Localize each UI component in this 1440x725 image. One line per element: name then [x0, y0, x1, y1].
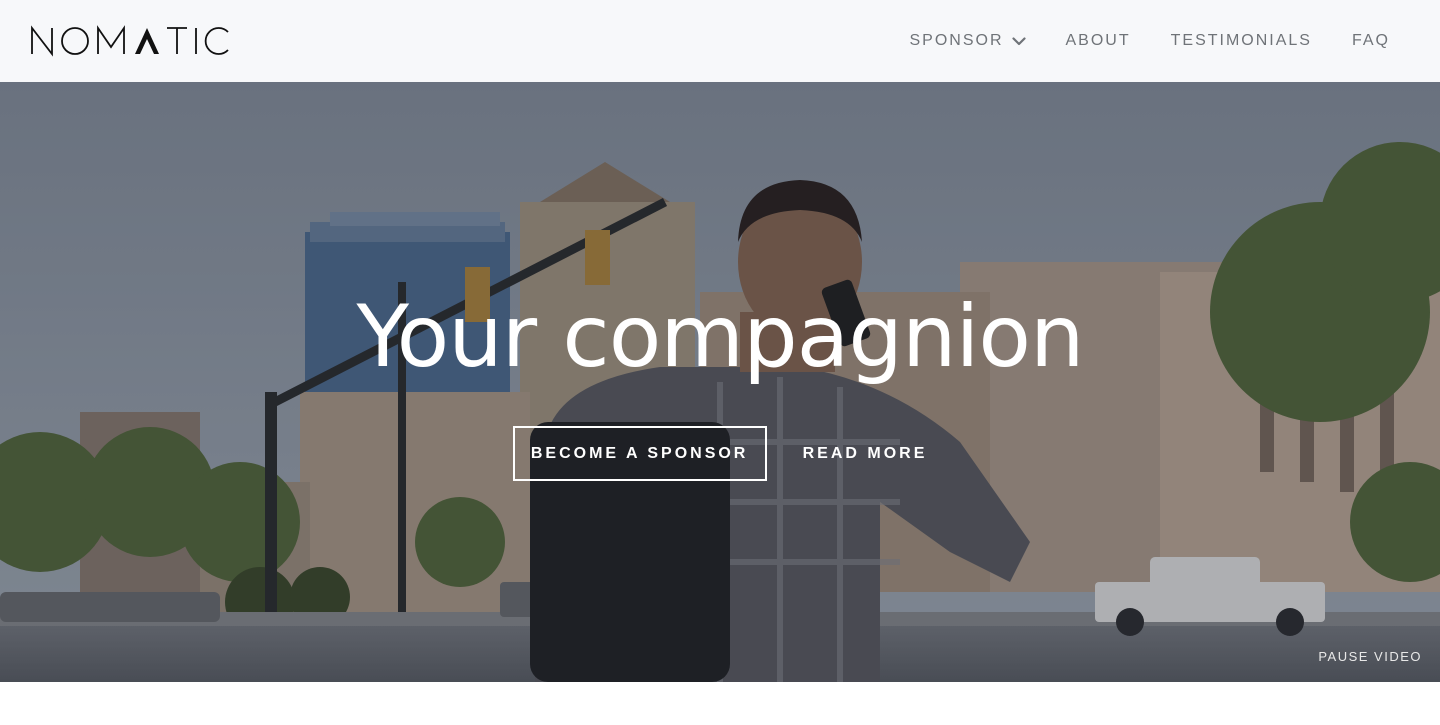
hero-content: Your compagnion BECOME A SPONSOR READ MO… [0, 282, 1440, 481]
become-sponsor-button[interactable]: BECOME A SPONSOR [512, 426, 767, 481]
logo-wordmark [31, 25, 229, 57]
nav-faq-label: FAQ [1351, 32, 1390, 49]
nav-sponsor[interactable]: SPONSOR [909, 32, 1026, 50]
hero-title: Your compagnion [356, 287, 1084, 387]
main-nav: SPONSOR ABOUT TESTIMONIALS FAQ [909, 32, 1390, 50]
read-more-button[interactable]: READ MORE [803, 426, 928, 481]
chevron-down-icon [1011, 36, 1026, 46]
pause-video-button[interactable]: PAUSE VIDEO [1318, 649, 1422, 664]
site-header: SPONSOR ABOUT TESTIMONIALS FAQ [0, 0, 1440, 82]
nav-about-label: ABOUT [1065, 32, 1131, 49]
nav-about[interactable]: ABOUT [1066, 32, 1131, 50]
content-below-hero [0, 682, 1440, 725]
nav-faq[interactable]: FAQ [1352, 32, 1390, 50]
nav-testimonials-label: TESTIMONIALS [1170, 32, 1312, 49]
nomatic-logo[interactable] [30, 25, 232, 57]
nav-sponsor-label: SPONSOR [909, 32, 1004, 49]
hero-video-section: Your compagnion BECOME A SPONSOR READ MO… [0, 82, 1440, 682]
cta-row: BECOME A SPONSOR READ MORE [0, 426, 1440, 481]
nav-testimonials[interactable]: TESTIMONIALS [1171, 32, 1312, 50]
